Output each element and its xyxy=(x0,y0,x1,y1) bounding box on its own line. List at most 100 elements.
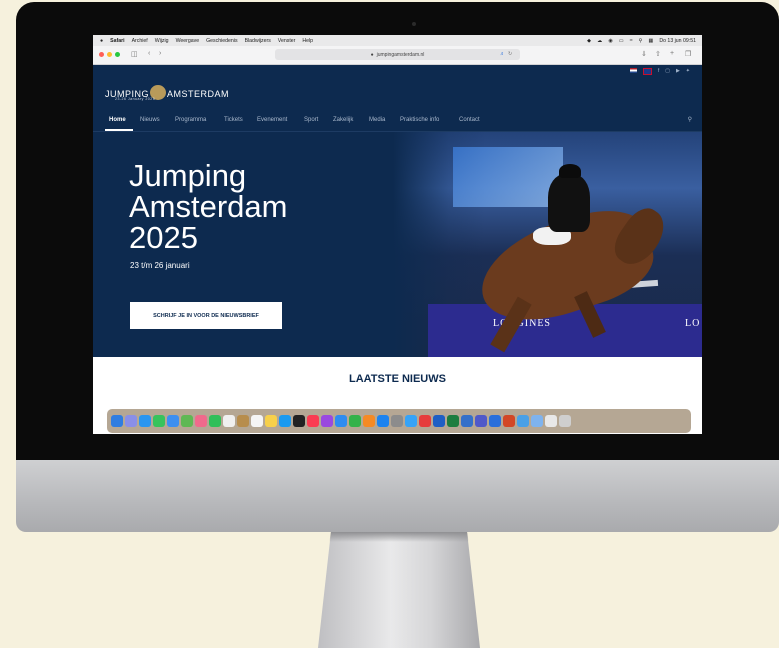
messages-icon[interactable] xyxy=(153,415,165,427)
menu-wijzig[interactable]: Wijzig xyxy=(155,38,169,44)
nav-evenement[interactable]: Evenement xyxy=(257,117,287,123)
download-icon[interactable]: ⇓ xyxy=(641,50,647,58)
teams-icon[interactable] xyxy=(475,415,487,427)
app-icon[interactable] xyxy=(419,415,431,427)
search-icon[interactable]: ⚲ xyxy=(688,116,692,123)
menu-archief[interactable]: Archief xyxy=(132,38,148,44)
outlook-icon[interactable] xyxy=(461,415,473,427)
mail-icon[interactable] xyxy=(167,415,179,427)
screentime-icon[interactable]: ◉ xyxy=(608,38,613,44)
audio-icon[interactable]: ♬ xyxy=(500,51,505,57)
website: f ▢ ▶ ✦ JUMPING AMSTERDAM 23-26 January 2… xyxy=(93,65,702,434)
forward-icon[interactable]: › xyxy=(159,50,161,57)
newsletter-signup-button[interactable]: SCHRIJF JE IN VOOR DE NIEUWSBRIEF xyxy=(130,302,282,329)
stand-shadow xyxy=(329,532,469,542)
nav-sport[interactable]: Sport xyxy=(304,117,318,123)
icloud-icon[interactable] xyxy=(405,415,417,427)
hero-dates: 23 t/m 26 januari xyxy=(130,261,190,270)
nav-programma[interactable]: Programma xyxy=(175,117,206,123)
app-icon[interactable] xyxy=(517,415,529,427)
sidebar-icon[interactable]: ◫ xyxy=(131,50,138,58)
calendar-icon[interactable] xyxy=(223,415,235,427)
app-icon[interactable] xyxy=(531,415,543,427)
monitor-stand xyxy=(318,532,480,648)
nav-tickets[interactable]: Tickets xyxy=(224,117,243,123)
excel-icon[interactable] xyxy=(447,415,459,427)
minimize-window-icon[interactable] xyxy=(107,52,112,57)
nav-nieuws[interactable]: Nieuws xyxy=(140,117,160,123)
social-links: f ▢ ▶ ✦ xyxy=(629,68,690,75)
photos-icon[interactable] xyxy=(195,415,207,427)
spotlight-icon[interactable]: ⚲ xyxy=(639,38,643,44)
appstore-icon[interactable] xyxy=(377,415,389,427)
numbers-icon[interactable] xyxy=(349,415,361,427)
youtube-icon[interactable]: ▶ xyxy=(676,68,680,75)
keynote-icon[interactable] xyxy=(335,415,347,427)
hero-title: Jumping Amsterdam 2025 xyxy=(129,158,288,255)
reminders-icon[interactable] xyxy=(251,415,263,427)
close-window-icon[interactable] xyxy=(99,52,104,57)
address-bar[interactable]: ● jumpingamsterdam.nl xyxy=(275,49,520,60)
nav-contact[interactable]: Contact xyxy=(459,117,480,123)
monitor-chin xyxy=(16,460,779,532)
english-flag-icon[interactable] xyxy=(642,68,652,75)
finder-icon[interactable] xyxy=(111,415,123,427)
music-icon[interactable] xyxy=(307,415,319,427)
powerpoint-icon[interactable] xyxy=(503,415,515,427)
maps-icon[interactable] xyxy=(181,415,193,427)
appletv-icon[interactable] xyxy=(293,415,305,427)
downloads-folder-icon[interactable] xyxy=(545,415,557,427)
wifi-icon[interactable]: ≈ xyxy=(630,38,633,44)
notes-icon[interactable] xyxy=(265,415,277,427)
instagram-icon[interactable]: ▢ xyxy=(665,68,670,75)
menu-venster[interactable]: Venster xyxy=(278,38,296,44)
menubar: ● Safari Archief Wijzig Weergave Geschie… xyxy=(93,35,702,46)
rider-helmet xyxy=(559,164,581,178)
freeform-icon[interactable] xyxy=(279,415,291,427)
launchpad-icon[interactable] xyxy=(125,415,137,427)
pages-icon[interactable] xyxy=(363,415,375,427)
menu-weergave[interactable]: Weergave xyxy=(176,38,200,44)
logo-dates: 23-26 January 2025 xyxy=(115,97,156,101)
nav-media[interactable]: Media xyxy=(369,117,385,123)
sponsor-logo-cut: LO xyxy=(685,318,701,329)
back-icon[interactable]: ‹ xyxy=(148,50,150,57)
share-icon[interactable]: ⇧ xyxy=(655,50,661,58)
menu-bladwijzers[interactable]: Bladwijzers xyxy=(245,38,271,44)
menubar-clock[interactable]: Do 13 jun 09:51 xyxy=(659,38,696,44)
dock xyxy=(107,409,691,433)
main-navigation: Home Nieuws Programma Tickets Evenement … xyxy=(93,111,702,132)
apple-icon[interactable]: ● xyxy=(100,38,103,44)
settings-icon[interactable] xyxy=(391,415,403,427)
contacts-icon[interactable] xyxy=(237,415,249,427)
facetime-icon[interactable] xyxy=(209,415,221,427)
menu-app-name[interactable]: Safari xyxy=(110,38,124,44)
facebook-icon[interactable]: f xyxy=(658,68,659,75)
cloud-icon[interactable]: ☁ xyxy=(597,38,602,44)
lock-icon: ● xyxy=(370,51,374,58)
safari-icon[interactable] xyxy=(139,415,151,427)
site-logo[interactable]: JUMPING AMSTERDAM 23-26 January 2025 xyxy=(105,85,230,102)
arena-screen xyxy=(453,147,563,207)
dutch-flag-icon[interactable] xyxy=(629,68,637,73)
nav-home[interactable]: Home xyxy=(109,117,126,123)
site-top-strip: f ▢ ▶ ✦ xyxy=(93,65,702,79)
twitter-icon[interactable]: ✦ xyxy=(686,68,690,75)
battery-icon[interactable]: ▭ xyxy=(619,38,624,44)
nav-praktische-info[interactable]: Praktische info xyxy=(400,117,439,123)
new-tab-icon[interactable]: + xyxy=(670,50,674,57)
menu-help[interactable]: Help xyxy=(302,38,313,44)
podcasts-icon[interactable] xyxy=(321,415,333,427)
control-center-icon[interactable]: ▦ xyxy=(648,38,653,44)
zoom-window-icon[interactable] xyxy=(115,52,120,57)
app-icon[interactable] xyxy=(489,415,501,427)
nav-zakelijk[interactable]: Zakelijk xyxy=(333,117,353,123)
menu-geschiedenis[interactable]: Geschiedenis xyxy=(206,38,237,44)
trash-icon[interactable] xyxy=(559,415,571,427)
tab-overview-icon[interactable]: ❐ xyxy=(685,50,691,58)
hero-photo: LONGINES LO xyxy=(393,132,702,357)
dropbox-icon[interactable]: ◆ xyxy=(587,38,591,44)
word-icon[interactable] xyxy=(433,415,445,427)
logo-text-right: AMSTERDAM xyxy=(167,88,230,99)
reload-icon[interactable]: ↻ xyxy=(508,51,512,57)
